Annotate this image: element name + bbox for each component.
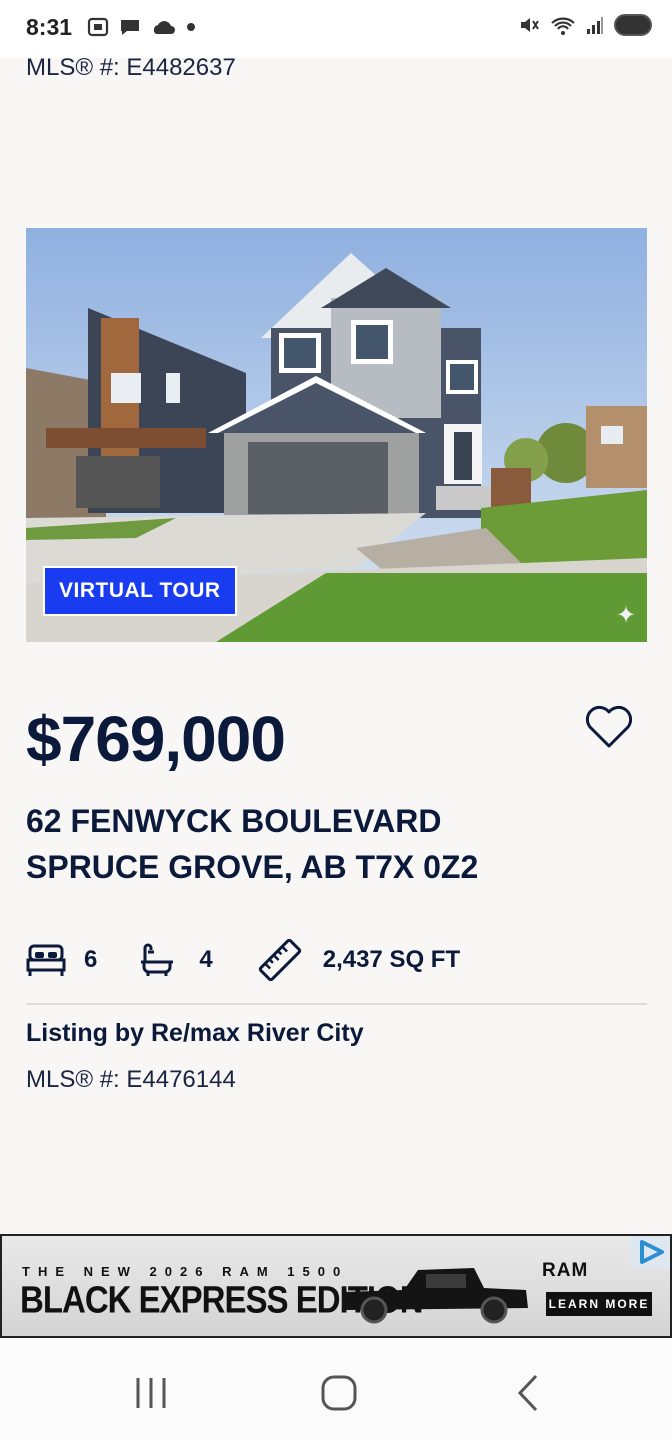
recent-apps-icon[interactable] [121,1368,181,1418]
listing-photo[interactable]: ✦ VIRTUAL TOUR [26,228,647,642]
mute-icon [521,18,539,32]
dot-icon [187,23,195,31]
favorite-heart-icon[interactable] [584,704,634,750]
home-icon[interactable] [309,1368,369,1418]
bed-icon [26,944,66,976]
area-stat: 2,437 SQ FT [257,937,460,983]
listing-mls: MLS® #: E4476144 [26,1066,236,1093]
section-divider [26,1003,647,1005]
ruler-icon [258,938,301,982]
chat-icon [121,20,139,35]
screenshot-icon [87,17,109,37]
status-time: 8:31 [26,14,73,40]
virtual-tour-button[interactable]: VIRTUAL TOUR [43,566,237,616]
system-icons [518,14,652,36]
battery-icon [614,14,652,36]
baths-stat: 4 [139,942,213,978]
system-navigation-bar [0,1338,672,1440]
status-bar: 8:31 [0,0,672,58]
svg-text:✦: ✦ [616,601,636,629]
listing-stats: 6 4 2,437 SQ FT [26,936,460,984]
address-line-city: SPRUCE GROVE, AB T7X 0Z2 [26,849,479,885]
baths-count: 4 [199,946,213,973]
beds-count: 6 [84,946,98,973]
ad-learn-more-button[interactable]: LEARN MORE [546,1292,652,1316]
back-icon[interactable] [498,1368,558,1418]
listing-brokerage: Listing by Re/max River City [26,1019,364,1047]
beds-stat: 6 [26,942,97,978]
ad-banner[interactable]: THE NEW 2026 RAM 1500 BLACK EXPRESS EDIT… [0,1234,672,1338]
notification-icons [86,15,198,39]
cloud-icon [153,21,175,34]
listing-address[interactable]: 62 FENWYCK BOULEVARD SPRUCE GROVE, AB T7… [26,798,478,890]
listing-price: $769,000 [26,703,286,775]
ad-tagline: THE NEW 2026 RAM 1500 [22,1264,349,1279]
adchoices-icon[interactable] [630,1236,670,1268]
previous-listing-mls: MLS® #: E4482637 [26,54,236,81]
area-value: 2,437 SQ FT [322,946,461,973]
address-line-street: 62 FENWYCK BOULEVARD [26,803,442,839]
ad-brand-logo: RAM [542,1260,589,1281]
signal-icon [587,17,603,34]
wifi-icon [551,17,575,35]
bathtub-icon [141,943,174,976]
truck-image [342,1268,528,1324]
